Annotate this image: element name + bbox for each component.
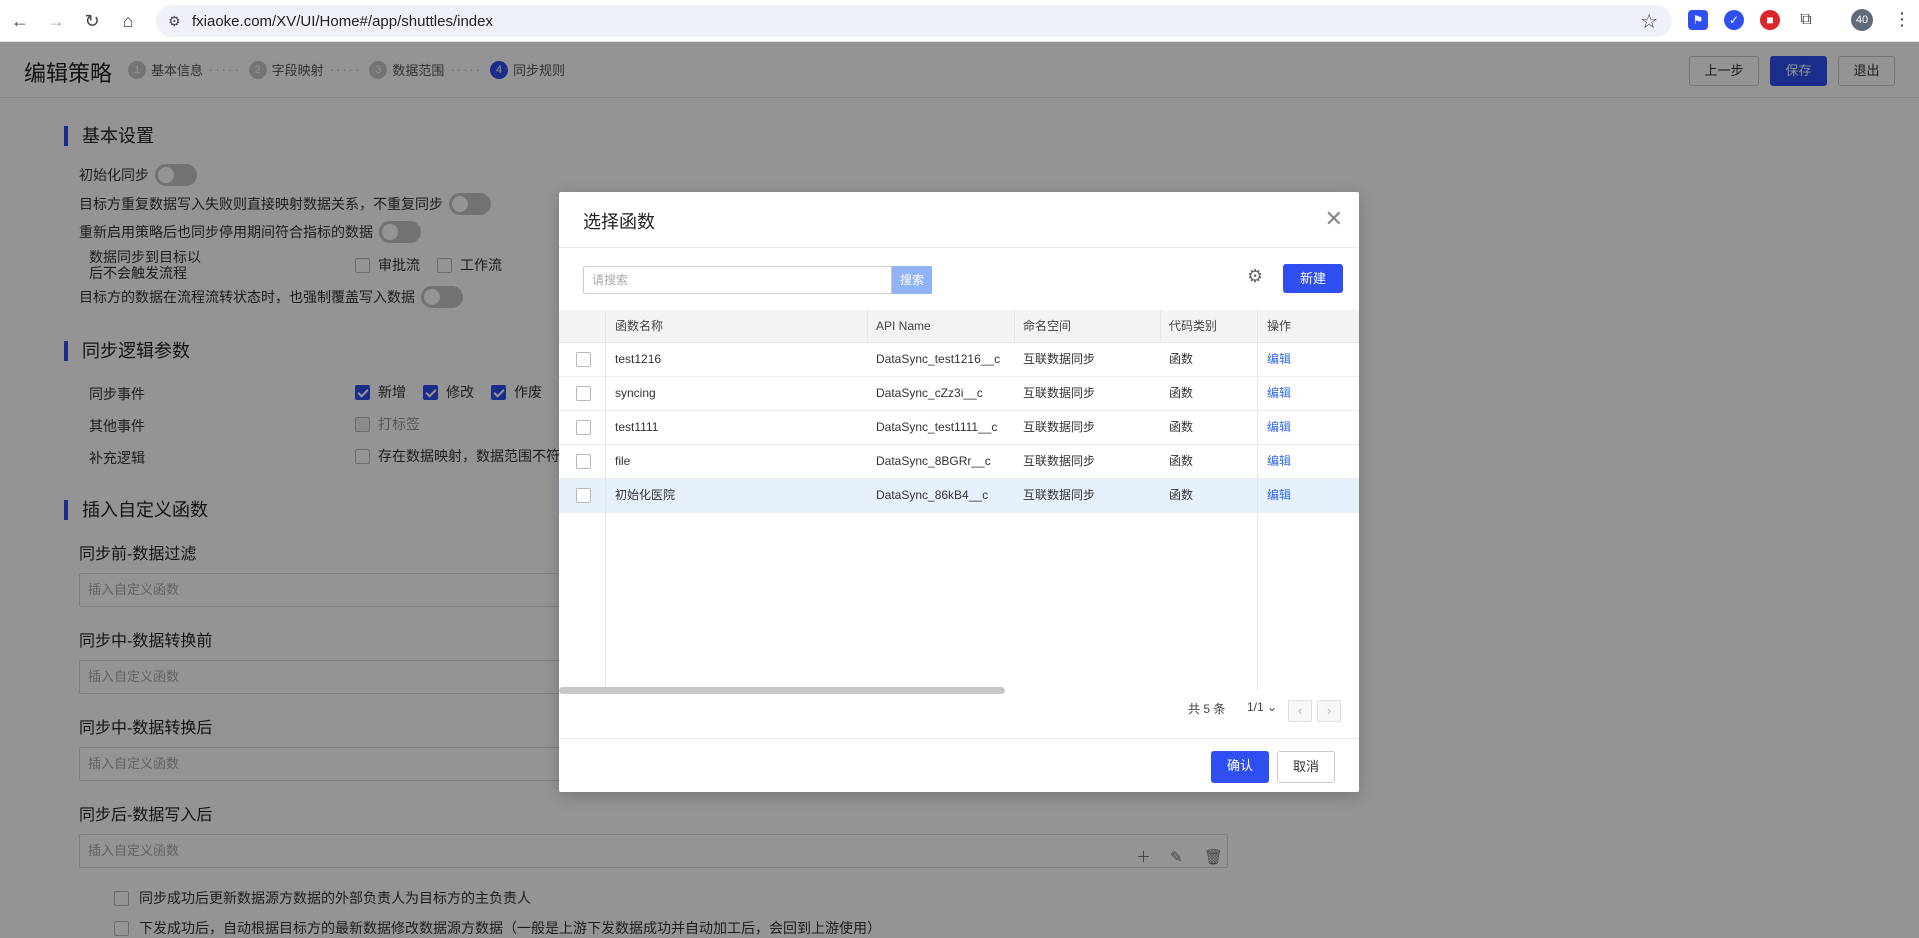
function-name: 初始化医院 [615, 488, 676, 502]
col-action: 操作 [1267, 319, 1292, 333]
close-icon[interactable]: ✕ [1325, 206, 1343, 232]
code-type: 函数 [1169, 420, 1194, 434]
extensions-icon[interactable]: ⧉ [1796, 10, 1816, 30]
col-name: 函数名称 [615, 319, 664, 333]
url-text[interactable]: fxiaoke.com/XV/UI/Home#/app/shuttles/ind… [192, 13, 493, 30]
edit-link[interactable]: 编辑 [1267, 479, 1291, 512]
edit-link[interactable]: 编辑 [1267, 411, 1291, 444]
code-type: 函数 [1169, 386, 1194, 400]
chevron-down-icon: ⌄ [1267, 700, 1278, 714]
function-table: 函数名称 API Name 命名空间 代码类别 操作 test1216 Data… [559, 310, 1359, 690]
horizontal-scrollbar[interactable] [559, 687, 1005, 694]
cancel-button[interactable]: 取消 [1277, 751, 1335, 783]
bookmark-star-icon[interactable]: ☆ [1640, 9, 1658, 34]
namespace: 互联数据同步 [1023, 454, 1096, 468]
code-type: 函数 [1169, 488, 1194, 502]
site-info-icon[interactable]: ⚙ [168, 13, 181, 30]
function-name: test1111 [615, 420, 659, 434]
row-checkbox[interactable] [576, 386, 591, 401]
table-header: 函数名称 API Name 命名空间 代码类别 操作 [559, 310, 1359, 343]
column-divider [1014, 310, 1015, 343]
forward-icon[interactable]: → [44, 9, 68, 33]
code-type: 函数 [1169, 352, 1194, 366]
column-divider [605, 310, 606, 690]
profile-avatar[interactable]: 40 [1851, 9, 1873, 31]
extension-shield-icon[interactable]: ✓ [1724, 10, 1744, 30]
new-function-button[interactable]: 新建 [1283, 264, 1343, 293]
col-code-type: 代码类别 [1169, 319, 1218, 333]
row-checkbox[interactable] [576, 352, 591, 367]
page-select[interactable]: 1/1 ⌄ [1247, 700, 1277, 714]
col-namespace: 命名空间 [1023, 319, 1072, 333]
api-name: DataSync_test1216__c [876, 352, 1001, 366]
total-count: 共 5 条 [1188, 702, 1226, 716]
address-bar[interactable]: ⚙ fxiaoke.com/XV/UI/Home#/app/shuttles/i… [156, 5, 1672, 37]
row-checkbox[interactable] [576, 454, 591, 469]
namespace: 互联数据同步 [1023, 352, 1096, 366]
edit-link[interactable]: 编辑 [1267, 343, 1291, 376]
browser-toolbar: ← → ↻ ⌂ ⚙ fxiaoke.com/XV/UI/Home#/app/sh… [0, 0, 1919, 42]
select-function-dialog: 选择函数 ✕ 请搜索 搜索 ⚙ 新建 函数名称 API Name 命名空间 代码… [559, 192, 1359, 792]
settings-icon[interactable]: ⚙ [1247, 266, 1263, 287]
row-checkbox[interactable] [576, 488, 591, 503]
search-input[interactable]: 请搜索 [583, 266, 892, 294]
dialog-title: 选择函数 [583, 212, 655, 232]
prev-page-icon[interactable]: ‹ [1288, 700, 1312, 722]
function-name: test1216 [615, 352, 662, 366]
function-name: file [615, 454, 631, 468]
api-name: DataSync_8BGRr__c [876, 454, 991, 468]
namespace: 互联数据同步 [1023, 420, 1096, 434]
api-name: DataSync_86kB4__c [876, 488, 989, 502]
api-name: DataSync_cZz3i__c [876, 386, 983, 400]
edit-link[interactable]: 编辑 [1267, 377, 1291, 410]
col-api-name: API Name [876, 319, 931, 333]
home-icon[interactable]: ⌂ [116, 9, 140, 33]
extension-stop-icon[interactable]: ■ [1760, 10, 1780, 30]
table-row[interactable]: 初始化医院 DataSync_86kB4__c 互联数据同步 函数 编辑 [559, 479, 1359, 513]
table-row[interactable]: test1216 DataSync_test1216__c 互联数据同步 函数 … [559, 343, 1359, 377]
search-button[interactable]: 搜索 [892, 266, 932, 294]
confirm-button[interactable]: 确认 [1211, 751, 1269, 783]
next-page-icon[interactable]: › [1317, 700, 1341, 722]
column-divider [1160, 310, 1161, 343]
table-row[interactable]: test1111 DataSync_test1111__c 互联数据同步 函数 … [559, 411, 1359, 445]
divider [559, 247, 1359, 248]
row-checkbox[interactable] [576, 420, 591, 435]
column-divider [867, 310, 868, 343]
table-row[interactable]: file DataSync_8BGRr__c 互联数据同步 函数 编辑 [559, 445, 1359, 479]
back-icon[interactable]: ← [8, 9, 32, 33]
edit-link[interactable]: 编辑 [1267, 445, 1291, 478]
table-row[interactable]: syncing DataSync_cZz3i__c 互联数据同步 函数 编辑 [559, 377, 1359, 411]
namespace: 互联数据同步 [1023, 386, 1096, 400]
extension-flag-icon[interactable]: ⚑ [1688, 10, 1708, 30]
column-divider [1257, 310, 1258, 690]
divider [559, 738, 1359, 739]
function-name: syncing [615, 386, 656, 400]
api-name: DataSync_test1111__c [876, 420, 998, 434]
code-type: 函数 [1169, 454, 1194, 468]
namespace: 互联数据同步 [1023, 488, 1096, 502]
reload-icon[interactable]: ↻ [80, 9, 104, 33]
menu-icon[interactable]: ⋮ [1893, 9, 1911, 30]
